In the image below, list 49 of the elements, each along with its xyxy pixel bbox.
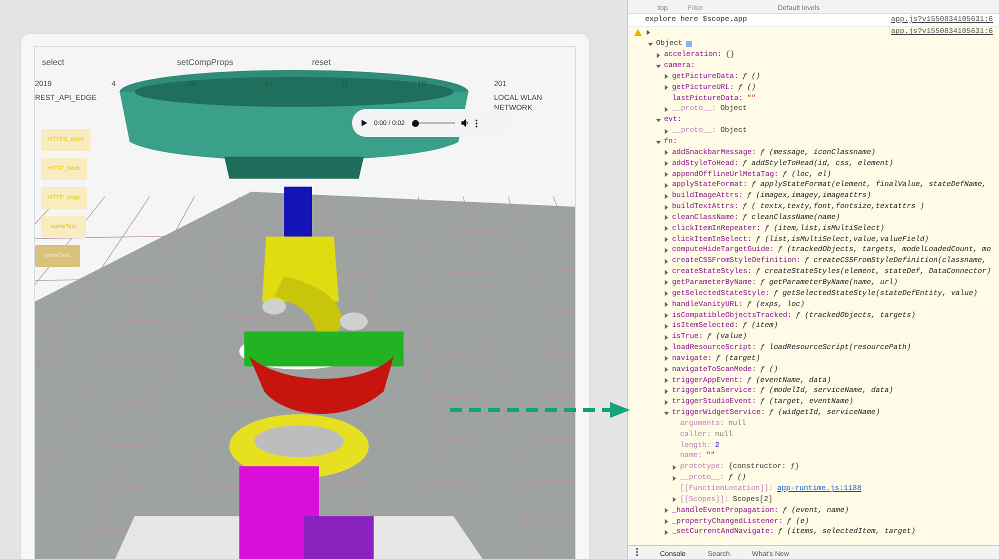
expand-arrow-icon[interactable] bbox=[664, 74, 669, 80]
expand-arrow-icon[interactable] bbox=[664, 204, 669, 210]
expand-arrow-icon[interactable] bbox=[664, 237, 669, 242]
progress-thumb[interactable] bbox=[412, 120, 419, 126]
volume-icon[interactable] bbox=[460, 119, 469, 127]
collapse-arrow-icon[interactable] bbox=[656, 64, 661, 69]
expand-arrow-icon[interactable] bbox=[672, 476, 677, 481]
expand-arrow-icon[interactable] bbox=[664, 128, 669, 134]
expand-arrow-icon[interactable] bbox=[664, 334, 669, 340]
expand-arrow-icon[interactable] bbox=[672, 464, 677, 470]
action-link[interactable]: setCompProps bbox=[177, 57, 312, 67]
expand-arrow-icon[interactable] bbox=[664, 182, 669, 188]
warning-icon bbox=[634, 28, 642, 36]
expand-arrow-icon[interactable] bbox=[664, 226, 669, 232]
expand-arrow-icon[interactable] bbox=[664, 161, 669, 166]
collapse-arrow-icon[interactable] bbox=[656, 118, 661, 123]
expand-arrow-icon[interactable] bbox=[664, 172, 669, 178]
expand-arrow-icon[interactable] bbox=[664, 215, 669, 220]
expand-arrow-icon[interactable] bbox=[664, 302, 669, 308]
expand-arrow-icon[interactable] bbox=[664, 324, 669, 329]
expand-arrow-icon[interactable] bbox=[664, 270, 669, 275]
expand-arrow-icon[interactable] bbox=[664, 356, 669, 362]
collapse-arrow-icon[interactable] bbox=[648, 42, 653, 47]
expand-arrow-icon[interactable] bbox=[664, 291, 669, 296]
expand-arrow-icon[interactable] bbox=[664, 280, 669, 286]
collapse-arrow-icon[interactable] bbox=[656, 140, 661, 145]
expand-arrow-icon[interactable] bbox=[664, 530, 669, 535]
expand-arrow-icon[interactable] bbox=[664, 85, 669, 90]
expand-arrow-icon[interactable] bbox=[656, 52, 661, 58]
expand-arrow-icon[interactable] bbox=[672, 497, 677, 502]
expand-arrow-icon[interactable] bbox=[664, 400, 669, 405]
expand-arrow-icon[interactable] bbox=[664, 248, 669, 253]
expand-arrow-icon[interactable] bbox=[664, 106, 669, 112]
expand-arrow-icon[interactable] bbox=[664, 150, 669, 156]
expand-arrow-icon[interactable] bbox=[664, 194, 669, 199]
collapse-arrow-icon[interactable] bbox=[664, 410, 669, 416]
action-link[interactable]: select bbox=[42, 57, 177, 67]
action-link[interactable]: reset bbox=[312, 57, 447, 67]
expand-arrow-icon[interactable] bbox=[664, 346, 669, 351]
play-icon[interactable] bbox=[360, 119, 368, 127]
expand-arrow-icon[interactable] bbox=[664, 519, 669, 524]
expand-arrow-icon[interactable] bbox=[646, 30, 651, 35]
more-options-icon[interactable] bbox=[474, 118, 478, 128]
expand-arrow-icon[interactable] bbox=[664, 378, 669, 384]
expand-arrow-icon[interactable] bbox=[664, 258, 669, 264]
expand-arrow-icon[interactable] bbox=[664, 367, 669, 372]
expand-arrow-icon[interactable] bbox=[664, 388, 669, 394]
expand-arrow-icon[interactable] bbox=[664, 508, 669, 514]
expand-arrow-icon[interactable] bbox=[664, 313, 669, 318]
